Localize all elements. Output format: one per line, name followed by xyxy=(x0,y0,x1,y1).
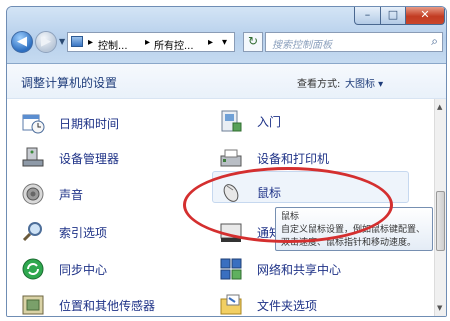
forward-button[interactable]: ▶ xyxy=(35,31,57,53)
item-label[interactable]: 索引选项 xyxy=(59,224,107,241)
folder-icon xyxy=(220,294,242,315)
scroll-up-icon[interactable]: ▲ xyxy=(437,103,442,111)
item-devices-printers[interactable]: 设备和打印机 xyxy=(219,146,389,170)
back-button[interactable]: ◀ xyxy=(11,31,33,53)
breadcrumb-control-panel[interactable]: 控制... xyxy=(98,37,128,52)
maximize-button[interactable]: □ xyxy=(380,7,406,25)
item-label[interactable]: 入门 xyxy=(257,113,281,130)
item-sound[interactable]: 声音 xyxy=(21,182,191,206)
item-network-sharing[interactable]: 网络和共享中心 xyxy=(219,257,389,281)
refresh-button[interactable]: ↻ xyxy=(243,32,263,52)
breadcrumb-separator[interactable]: ▸ xyxy=(145,37,150,48)
search-placeholder: 搜索控制面板 xyxy=(272,40,332,51)
item-label[interactable]: 声音 xyxy=(59,186,83,203)
control-panel-window: – □ ✕ ◀ ▶ ▼ ▸ 控制... ▸ 所有控... ▸ ▾ ↻ 搜索控制面… xyxy=(6,6,447,317)
item-folder-options[interactable]: 文件夹选项 xyxy=(219,293,389,316)
item-sync-center[interactable]: 同步中心 xyxy=(21,257,191,281)
item-label[interactable]: 同步中心 xyxy=(59,261,107,278)
item-device-manager[interactable]: 设备管理器 xyxy=(21,146,191,170)
breadcrumb-separator: ▸ xyxy=(88,37,94,48)
magnifier-icon xyxy=(22,222,42,242)
item-label[interactable]: 位置和其他传感器 xyxy=(59,297,155,314)
breadcrumb-all-items[interactable]: 所有控... xyxy=(154,37,194,52)
vertical-scrollbar[interactable]: ▲ ▼ xyxy=(434,99,446,316)
item-label[interactable]: 设备和打印机 xyxy=(257,150,329,167)
item-location-sensors[interactable]: 位置和其他传感器 xyxy=(21,293,221,316)
calendar-clock-icon xyxy=(22,114,45,134)
search-icon[interactable]: ⌕ xyxy=(431,34,438,49)
annotation-circle xyxy=(183,167,393,243)
item-date-time[interactable]: 日期和时间 xyxy=(21,111,191,135)
content-header: 调整计算机的设置 查看方式: 大图标 ▾ xyxy=(7,64,446,99)
item-getting-started[interactable]: 入门 xyxy=(219,109,389,133)
sensor-icon xyxy=(22,295,44,315)
scroll-down-icon[interactable]: ▼ xyxy=(437,304,442,312)
sync-icon xyxy=(22,258,44,280)
view-by-dropdown[interactable]: 大图标 ▾ xyxy=(345,75,383,90)
item-label[interactable]: 设备管理器 xyxy=(59,150,119,167)
minimize-button[interactable]: – xyxy=(354,7,381,25)
page-title: 调整计算机的设置 xyxy=(21,76,118,90)
speaker-icon xyxy=(22,183,44,205)
close-button[interactable]: ✕ xyxy=(405,7,445,25)
item-indexing-options[interactable]: 索引选项 xyxy=(21,220,191,244)
item-label[interactable]: 日期和时间 xyxy=(59,115,119,132)
item-label[interactable]: 文件夹选项 xyxy=(257,297,317,314)
recent-pages-dropdown[interactable]: ▼ xyxy=(59,37,65,46)
title-bar: – □ ✕ ◀ ▶ ▼ ▸ 控制... ▸ 所有控... ▸ ▾ ↻ 搜索控制面… xyxy=(7,7,446,64)
view-by-label: 查看方式: xyxy=(297,79,341,90)
getting-started-icon xyxy=(221,110,242,132)
item-label[interactable]: 网络和共享中心 xyxy=(257,261,341,278)
address-dropdown-icon[interactable]: ▾ xyxy=(222,37,227,48)
control-panel-icon xyxy=(71,36,83,47)
search-box[interactable]: 搜索控制面板 ⌕ xyxy=(265,32,443,52)
breadcrumb-separator[interactable]: ▸ xyxy=(208,37,213,48)
scroll-thumb[interactable] xyxy=(436,191,445,251)
address-bar[interactable]: ▸ 控制... ▸ 所有控... ▸ ▾ xyxy=(67,32,235,52)
printer-icon xyxy=(220,149,242,167)
network-icon xyxy=(220,258,242,280)
device-manager-icon xyxy=(22,147,44,167)
